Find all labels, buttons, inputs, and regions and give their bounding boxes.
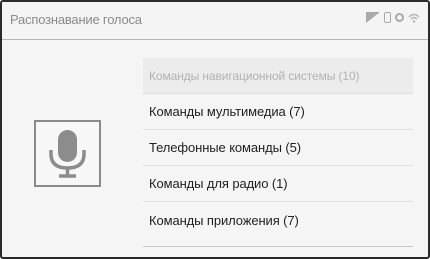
command-item-radio[interactable]: Команды для радио (1) bbox=[143, 166, 413, 202]
command-item-apps[interactable]: Команды приложения (7) bbox=[143, 202, 413, 238]
signal-icon bbox=[366, 12, 380, 23]
command-label: Команды мультимедиа (7) bbox=[149, 104, 305, 119]
list-bottom-divider bbox=[143, 246, 413, 247]
gear-icon bbox=[395, 13, 404, 22]
phone-icon bbox=[384, 12, 391, 23]
command-label: Телефонные команды (5) bbox=[149, 140, 301, 155]
command-item-phone[interactable]: Телефонные команды (5) bbox=[143, 130, 413, 166]
command-label: Команды навигационной системы (10) bbox=[149, 68, 360, 83]
screen-title: Распознавание голоса bbox=[10, 12, 142, 27]
wifi-icon bbox=[408, 13, 420, 23]
header-bar: Распознавание голоса bbox=[2, 2, 428, 40]
status-bar bbox=[366, 12, 420, 23]
command-label: Команды приложения (7) bbox=[149, 212, 299, 228]
command-item-navigation: Команды навигационной системы (10) bbox=[143, 58, 413, 94]
command-list: Команды навигационной системы (10) Коман… bbox=[143, 58, 413, 238]
voice-recognition-screen: Распознавание голоса Команды навигационн… bbox=[0, 0, 430, 259]
command-label: Команды для радио (1) bbox=[149, 176, 288, 191]
microphone-icon bbox=[49, 130, 86, 178]
microphone-button[interactable] bbox=[34, 120, 101, 187]
command-item-multimedia[interactable]: Команды мультимедиа (7) bbox=[143, 94, 413, 130]
